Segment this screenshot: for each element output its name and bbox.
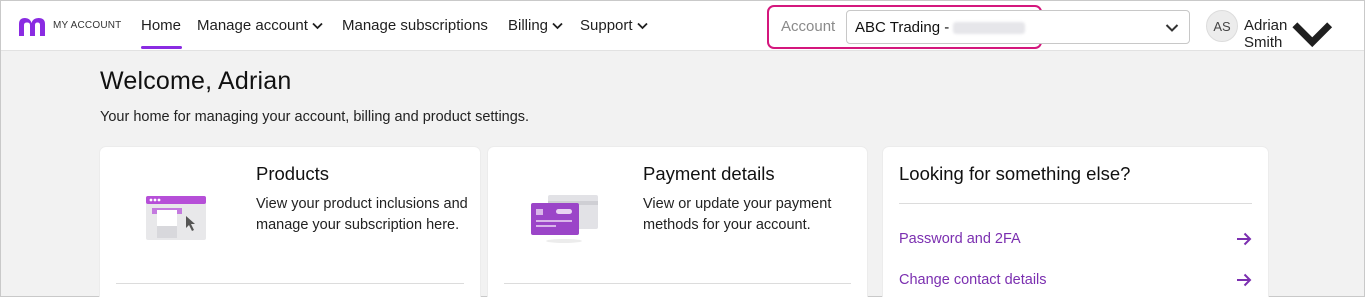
- user-name: Adrian Smith: [1244, 17, 1288, 51]
- arrow-right-icon: [1237, 273, 1252, 287]
- nav-support-label: Support: [580, 17, 633, 34]
- chevron-down-icon: [312, 22, 323, 29]
- divider: [504, 283, 851, 284]
- account-select[interactable]: ABC Trading - 10443562: [846, 10, 1190, 44]
- account-number-redacted: 10443562: [953, 22, 1026, 35]
- payment-details-title: Payment details: [643, 163, 775, 184]
- chevron-down-icon: [1165, 24, 1179, 32]
- password-2fa-link[interactable]: Password and 2FA: [899, 231, 1252, 247]
- chevron-down-icon: [552, 22, 563, 29]
- divider: [899, 203, 1252, 204]
- arrow-right-icon: [1237, 232, 1252, 246]
- change-contact-details-link[interactable]: Change contact details: [899, 272, 1252, 288]
- nav-home[interactable]: Home: [141, 17, 181, 34]
- nav-support[interactable]: Support: [580, 17, 648, 34]
- quick-links-card: Looking for something else? Password and…: [883, 147, 1268, 297]
- nav-manage-account[interactable]: Manage account: [197, 17, 323, 34]
- chevron-down-icon: [636, 22, 648, 29]
- credit-cards-icon: [531, 195, 598, 243]
- page-subtitle: Your home for managing your account, bil…: [100, 109, 530, 125]
- myob-logo-icon[interactable]: [16, 14, 48, 38]
- quick-links-title: Looking for something else?: [899, 163, 1131, 184]
- payment-details-description: View or update your payment methods for …: [643, 196, 832, 233]
- products-card[interactable]: Products View your product inclusions an…: [100, 147, 480, 297]
- nav-home-label: Home: [141, 17, 182, 34]
- products-description: View your product inclusions and manage …: [256, 196, 468, 233]
- top-navigation-bar: MY ACCOUNT Home Manage account Manage su…: [1, 1, 1364, 51]
- nav-manage-subscriptions[interactable]: Manage subscriptions: [342, 17, 488, 34]
- avatar[interactable]: AS: [1206, 10, 1238, 42]
- account-select-value: ABC Trading - 10443562: [855, 19, 1026, 36]
- page-title: Welcome, Adrian: [100, 67, 292, 95]
- nav-active-indicator: [141, 46, 182, 49]
- nav-billing[interactable]: Billing: [508, 17, 563, 34]
- account-name: ABC Trading -: [855, 19, 954, 36]
- nav-billing-label: Billing: [508, 17, 549, 34]
- products-title: Products: [256, 163, 330, 184]
- logo-text: MY ACCOUNT: [53, 20, 122, 31]
- divider: [116, 283, 464, 284]
- change-contact-details-link-label: Change contact details: [899, 272, 1047, 288]
- account-label: Account: [781, 18, 836, 35]
- payment-details-card[interactable]: Payment details View or update your paym…: [488, 147, 867, 297]
- password-2fa-link-label: Password and 2FA: [899, 231, 1021, 247]
- nav-manage-account-label: Manage account: [197, 17, 308, 34]
- nav-manage-subscriptions-label: Manage subscriptions: [342, 17, 488, 34]
- browser-window-icon: [146, 196, 206, 240]
- chevron-down-icon: [1292, 21, 1333, 47]
- user-menu[interactable]: Adrian Smith: [1244, 17, 1334, 51]
